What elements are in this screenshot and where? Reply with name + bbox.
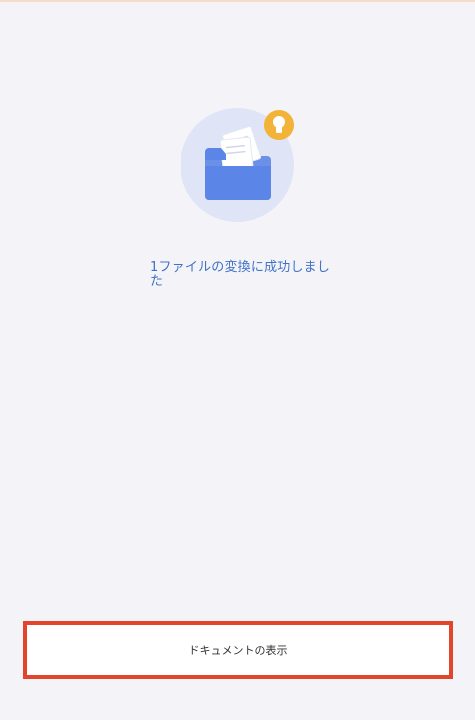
view-documents-button[interactable]: ドキュメントの表示 — [23, 621, 453, 679]
conversion-success-text: 1ファイルの変換に成功しました — [150, 260, 331, 289]
conversion-success-message: 1ファイルの変換に成功しました — [150, 261, 335, 289]
conversion-success-illustration — [181, 108, 297, 224]
top-edge-strip — [0, 0, 475, 2]
folder-with-documents-icon — [181, 108, 294, 222]
view-documents-label: ドキュメントの表示 — [188, 644, 288, 657]
lightbulb-icon — [264, 110, 294, 140]
